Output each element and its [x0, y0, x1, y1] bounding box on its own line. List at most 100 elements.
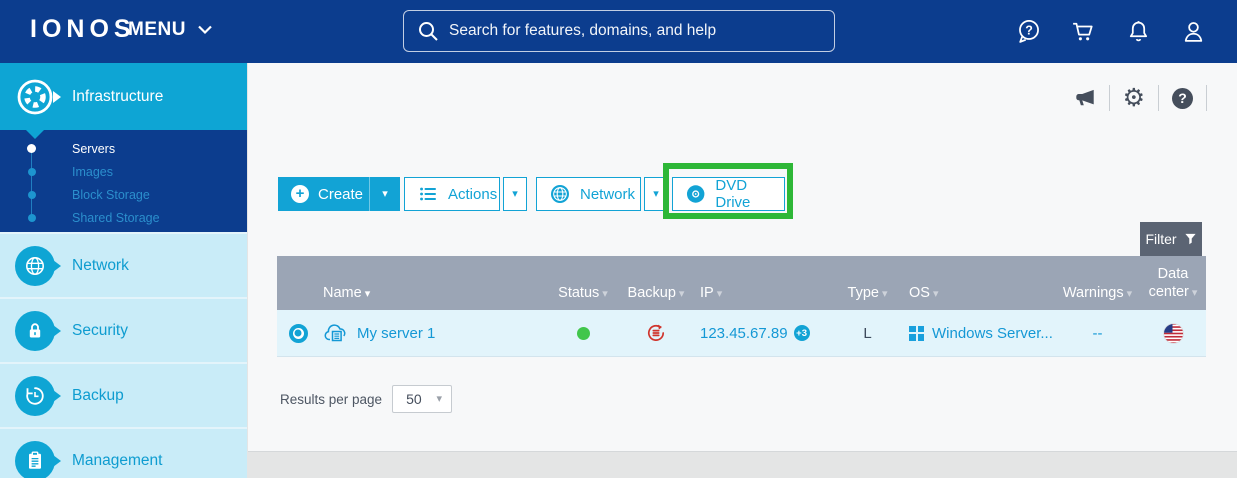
ip-address[interactable]: 123.45.67.89	[700, 325, 788, 342]
sidebar: Infrastructure Servers Images Block Stor…	[0, 63, 247, 478]
user-account-icon[interactable]	[1180, 18, 1207, 45]
chevron-down-icon	[197, 25, 213, 35]
row-select-radio[interactable]	[289, 324, 308, 343]
actions-dropdown-button[interactable]: ▾	[503, 177, 527, 211]
dvd-drive-button[interactable]: DVD Drive	[672, 177, 785, 211]
list-icon	[418, 184, 438, 204]
column-header-status[interactable]: Status▾	[544, 285, 622, 301]
sidebar-item-label: Images	[72, 165, 113, 179]
status-running-icon	[577, 327, 590, 340]
sort-arrow-icon: ▾	[717, 288, 723, 300]
infrastructure-icon	[15, 77, 55, 117]
funnel-icon	[1184, 232, 1197, 246]
actions-button[interactable]: Actions	[404, 177, 500, 211]
results-per-page: Results per page 50 ▾	[280, 385, 452, 413]
help-bubble-icon[interactable]: ?	[1015, 18, 1042, 45]
sidebar-item-label: Block Storage	[72, 188, 150, 202]
sidebar-section-security[interactable]: Security	[0, 297, 247, 362]
sort-arrow-icon: ▾	[933, 288, 939, 300]
dropdown-arrow-icon: ▾	[653, 189, 659, 200]
results-per-page-label: Results per page	[280, 392, 382, 407]
dropdown-arrow-icon: ▾	[512, 189, 518, 200]
search-bar	[403, 10, 835, 52]
bullet-dot-icon	[28, 214, 36, 222]
sidebar-submenu: Servers Images Block Storage Shared Stor…	[0, 130, 247, 232]
dropdown-arrow-icon: ▾	[437, 394, 443, 405]
actions-label: Actions	[448, 186, 497, 203]
announcements-megaphone-icon[interactable]	[1061, 85, 1110, 111]
question-glyph: ?	[1172, 88, 1193, 109]
column-label: Name	[323, 285, 362, 301]
sidebar-section-label: Management	[72, 452, 162, 470]
filter-label: Filter	[1145, 231, 1176, 247]
menu-button[interactable]: MENU	[128, 19, 213, 41]
column-header-name[interactable]: Name▾	[319, 285, 544, 301]
plus-icon: +	[291, 185, 309, 203]
backup-enabled-icon	[645, 322, 667, 344]
column-header-type[interactable]: Type▾	[830, 285, 905, 301]
sidebar-item-label: Shared Storage	[72, 211, 160, 225]
question-glyph: ?	[1025, 24, 1033, 38]
top-navigation-bar: IONOS MENU ?	[0, 0, 1237, 63]
column-header-backup[interactable]: Backup▾	[622, 285, 690, 301]
globe-icon	[550, 184, 570, 204]
sidebar-section-management[interactable]: Management	[0, 427, 247, 478]
sidebar-section-network[interactable]: Network	[0, 232, 247, 297]
servers-table: Name▾ Status▾ Backup▾ IP▾ Type▾ OS▾ Warn…	[277, 256, 1206, 357]
security-lock-icon	[15, 311, 55, 351]
sidebar-section-label: Infrastructure	[72, 88, 163, 106]
column-label: Type	[848, 285, 879, 301]
column-label: Status	[558, 285, 599, 301]
column-header-ip[interactable]: IP▾	[690, 285, 830, 301]
sidebar-item-block-storage[interactable]: Block Storage	[0, 183, 247, 206]
backup-clock-icon	[15, 376, 55, 416]
selected-value: 50	[406, 391, 422, 407]
bullet-dot-icon	[28, 191, 36, 199]
column-header-os[interactable]: OS▾	[905, 285, 1055, 301]
cart-icon[interactable]	[1070, 18, 1097, 45]
notifications-bell-icon[interactable]	[1125, 18, 1152, 45]
network-dropdown-button[interactable]: ▾	[644, 177, 668, 211]
sidebar-section-label: Network	[72, 257, 129, 275]
column-header-warnings[interactable]: Warnings▾	[1055, 285, 1140, 301]
create-button[interactable]: + Create	[278, 177, 369, 211]
gear-glyph: ⚙	[1123, 86, 1145, 111]
settings-gear-icon[interactable]: ⚙	[1110, 85, 1159, 111]
sidebar-item-images[interactable]: Images	[0, 160, 247, 183]
menu-label: MENU	[128, 19, 186, 41]
dropdown-arrow-icon: ▾	[382, 189, 388, 200]
network-button[interactable]: Network	[536, 177, 641, 211]
os-name: Windows Server...	[932, 325, 1053, 342]
create-label: Create	[318, 186, 363, 203]
column-label: Warnings	[1063, 285, 1124, 301]
sort-arrow-icon: ▾	[679, 288, 685, 300]
sidebar-section-backup[interactable]: Backup	[0, 362, 247, 427]
table-row[interactable]: My server 1 123.45.67.89 +3 L Windows Se…	[277, 310, 1206, 357]
create-dropdown-button[interactable]: ▾	[369, 177, 400, 211]
windows-logo-icon	[909, 326, 924, 341]
column-header-datacenter[interactable]: Data center▾	[1140, 265, 1206, 301]
ionos-logo[interactable]: IONOS	[30, 15, 136, 44]
cloud-server-icon	[323, 322, 349, 344]
search-icon	[417, 20, 439, 42]
bullet-dot-icon	[27, 144, 36, 153]
server-name-link[interactable]: My server 1	[357, 325, 435, 342]
sort-arrow-icon: ▾	[365, 288, 371, 300]
sidebar-section-infrastructure[interactable]: Infrastructure	[0, 63, 247, 130]
column-label: IP	[700, 285, 714, 301]
column-label: OS	[909, 285, 930, 301]
page-help-icon[interactable]: ?	[1159, 85, 1207, 111]
more-ips-badge[interactable]: +3	[794, 325, 810, 341]
dvd-drive-label: DVD Drive	[715, 177, 784, 211]
sort-arrow-icon: ▾	[1192, 287, 1198, 299]
column-label: Data center	[1149, 266, 1189, 300]
network-label: Network	[580, 186, 635, 203]
sidebar-item-shared-storage[interactable]: Shared Storage	[0, 206, 247, 229]
sidebar-item-servers[interactable]: Servers	[0, 137, 247, 160]
page-icon-group: ⚙ ?	[1061, 85, 1207, 111]
search-input[interactable]	[449, 22, 821, 40]
table-header-row: Name▾ Status▾ Backup▾ IP▾ Type▾ OS▾ Warn…	[277, 256, 1206, 310]
filter-button[interactable]: Filter	[1140, 222, 1202, 256]
server-type: L	[863, 325, 871, 342]
results-per-page-select[interactable]: 50 ▾	[392, 385, 452, 413]
